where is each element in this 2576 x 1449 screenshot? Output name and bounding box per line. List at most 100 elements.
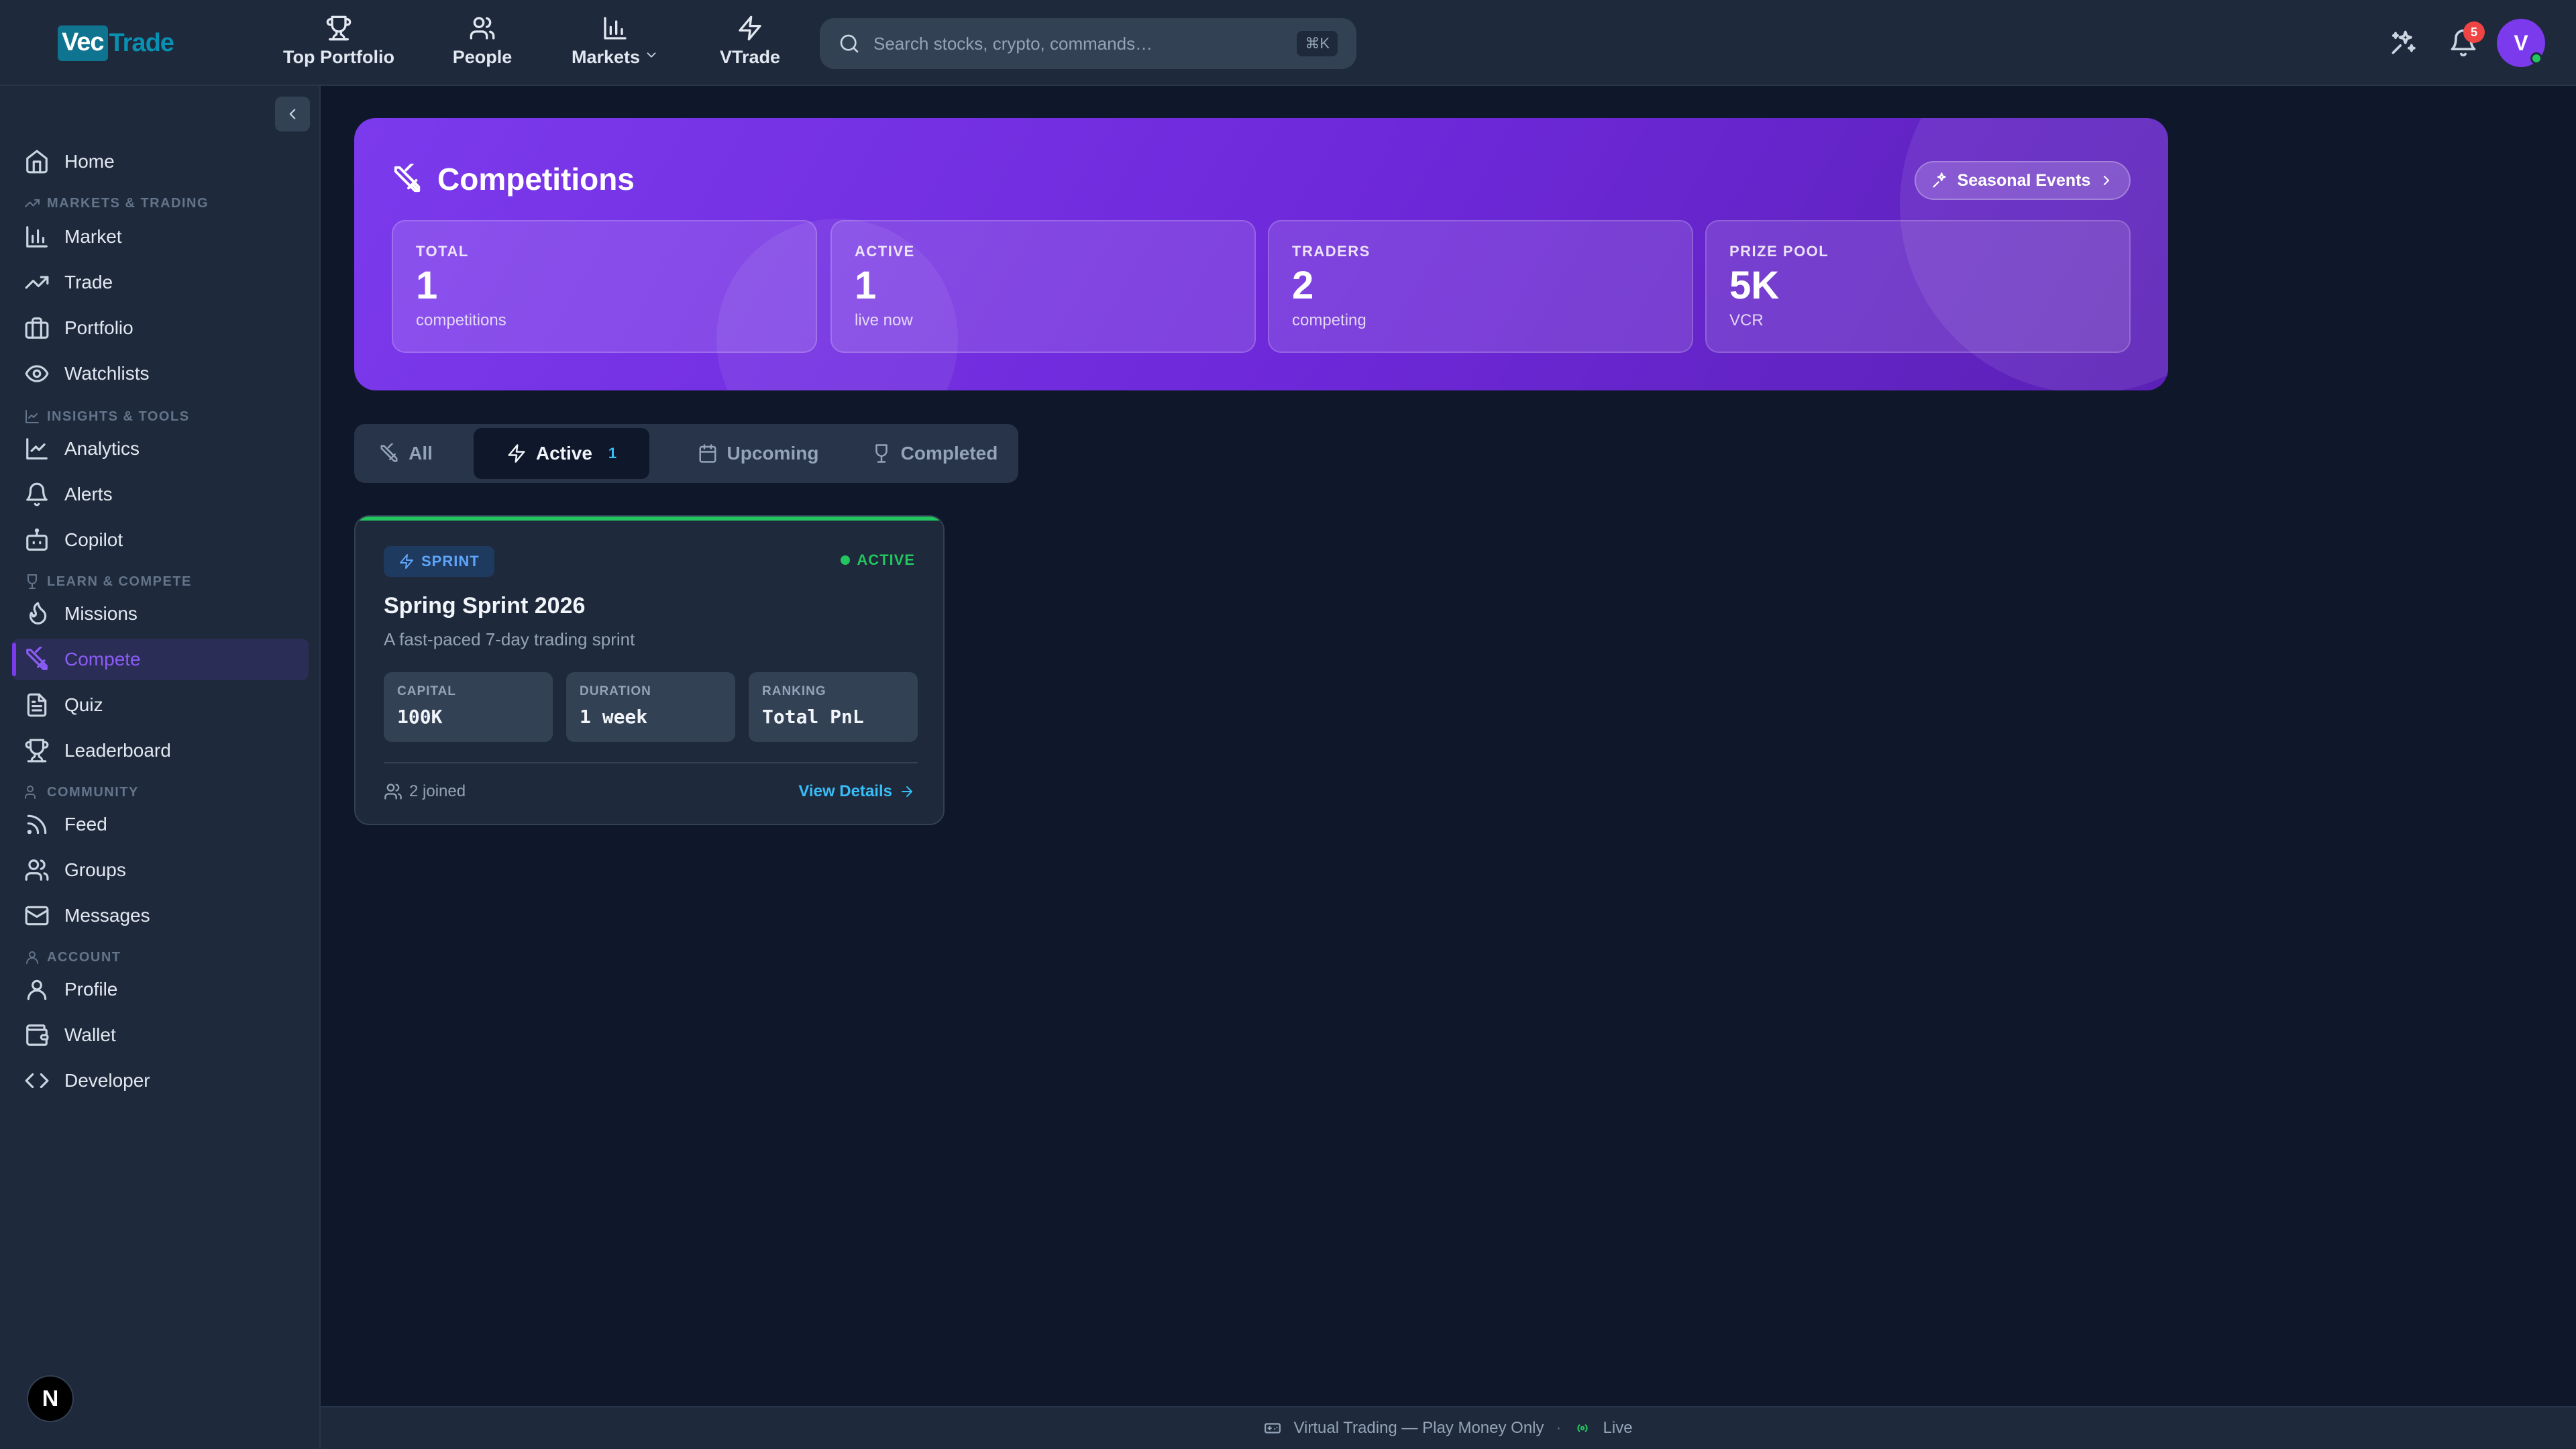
stat-value: 1 <box>416 264 438 307</box>
filter-tabs: All Active 1 Upcoming Completed <box>354 424 1018 483</box>
stat-card-traders: TRADERS 2 competing <box>1268 220 1693 353</box>
sidebar-item-alerts[interactable]: Alerts <box>12 474 309 515</box>
nav-people[interactable]: People <box>451 15 514 71</box>
section-label: COMMUNITY <box>47 784 139 800</box>
flame-icon <box>24 601 50 627</box>
sidebar-section-learn: LEARN & COMPETE <box>24 572 192 592</box>
view-details-link[interactable]: View Details <box>798 782 915 801</box>
nav-label: VTrade <box>719 47 781 67</box>
users-icon <box>24 857 50 883</box>
sidebar-item-analytics[interactable]: Analytics <box>12 428 309 470</box>
users-icon <box>24 784 40 800</box>
sidebar-item-label: Alerts <box>64 484 113 504</box>
stat-value: 2 <box>1292 264 1314 307</box>
stat-sub: VCR <box>1729 311 1764 329</box>
search-bar[interactable]: Search stocks, crypto, commands… ⌘K <box>820 18 1356 69</box>
tab-active[interactable]: Active 1 <box>474 428 649 479</box>
nav-label: Top Portfolio <box>283 47 394 67</box>
sidebar-item-quiz[interactable]: Quiz <box>12 684 309 726</box>
stat-sub: live now <box>855 311 913 329</box>
sidebar-item-label: Groups <box>64 859 126 880</box>
sidebar-item-developer[interactable]: Developer <box>12 1060 309 1102</box>
sidebar-item-label: Profile <box>64 979 118 1000</box>
tab-completed[interactable]: Completed <box>857 428 1012 479</box>
mail-icon <box>24 903 50 928</box>
logo-box-text: Vec <box>58 25 108 61</box>
metric-value: 1 week <box>580 706 648 728</box>
joined-label: 2 joined <box>409 782 466 800</box>
seasonal-events-button[interactable]: Seasonal Events <box>1915 161 2131 200</box>
nav-vtrade[interactable]: VTrade <box>718 15 782 71</box>
status-dot <box>841 555 851 565</box>
status-footer: Virtual Trading — Play Money Only · Live <box>321 1406 2576 1449</box>
logo[interactable]: Vec Trade <box>58 25 174 61</box>
sidebar-item-trade[interactable]: Trade <box>12 262 309 303</box>
section-label: MARKETS & TRADING <box>47 195 209 211</box>
sidebar-item-watchlists[interactable]: Watchlists <box>12 353 309 394</box>
search-input[interactable]: Search stocks, crypto, commands… <box>873 34 1297 54</box>
sidebar-item-label: Home <box>64 151 115 172</box>
sidebar-item-label: Developer <box>64 1070 150 1091</box>
tab-upcoming[interactable]: Upcoming <box>671 428 845 479</box>
online-status-dot <box>2530 52 2542 64</box>
chart-icon <box>24 409 40 425</box>
bar-chart-icon <box>602 15 629 42</box>
metric-capital: CAPITAL 100K <box>384 672 553 742</box>
stat-label: ACTIVE <box>855 243 915 260</box>
sidebar-item-label: Copilot <box>64 529 123 550</box>
sidebar-item-copilot[interactable]: Copilot <box>12 519 309 561</box>
view-details-label: View Details <box>798 782 892 800</box>
sidebar-item-profile[interactable]: Profile <box>12 969 309 1010</box>
stat-label: TOTAL <box>416 243 469 260</box>
arrow-right-icon <box>899 784 915 800</box>
tab-count-badge: 1 <box>608 445 617 462</box>
tab-all[interactable]: All <box>369 428 443 479</box>
zap-icon <box>506 443 527 464</box>
swords-icon <box>379 443 399 464</box>
briefcase-icon <box>24 315 50 341</box>
competition-card[interactable]: SPRINT ACTIVE Spring Sprint 2026 A fast-… <box>354 515 945 825</box>
tab-label: Upcoming <box>727 443 819 464</box>
zap-icon <box>398 553 415 570</box>
sparkles-icon[interactable] <box>2388 28 2418 58</box>
section-label: ACCOUNT <box>47 949 121 965</box>
bell-icon <box>24 482 50 507</box>
sidebar-item-messages[interactable]: Messages <box>12 895 309 936</box>
sidebar-item-label: Feed <box>64 814 107 835</box>
sparkles-icon <box>1931 171 1949 190</box>
competition-type-badge: SPRINT <box>384 546 494 577</box>
zap-icon <box>737 15 763 42</box>
next-devtools-badge[interactable]: N <box>27 1375 74 1422</box>
sidebar-item-feed[interactable]: Feed <box>12 804 309 845</box>
wallet-icon <box>24 1022 50 1048</box>
users-icon <box>384 782 402 801</box>
sidebar-item-label: Messages <box>64 905 150 926</box>
live-label: Live <box>1603 1419 1633 1437</box>
sidebar-item-missions[interactable]: Missions <box>12 593 309 635</box>
rss-icon <box>24 812 50 837</box>
gamepad-icon <box>1264 1419 1281 1437</box>
sidebar-item-wallet[interactable]: Wallet <box>12 1014 309 1056</box>
stat-card-active: ACTIVE 1 live now <box>830 220 1256 353</box>
collapse-sidebar-button[interactable] <box>275 97 310 131</box>
participants-count: 2 joined <box>384 782 466 801</box>
stat-label: PRIZE POOL <box>1729 243 1829 260</box>
sidebar-item-leaderboard[interactable]: Leaderboard <box>12 730 309 771</box>
sidebar-item-groups[interactable]: Groups <box>12 849 309 891</box>
sidebar-item-portfolio[interactable]: Portfolio <box>12 307 309 349</box>
tab-label: Active <box>535 443 592 464</box>
sidebar-item-market[interactable]: Market <box>12 216 309 258</box>
trophy-icon <box>24 574 40 590</box>
stat-sub: competitions <box>416 311 506 329</box>
sidebar-item-label: Market <box>64 226 122 247</box>
sidebar-item-label: Compete <box>64 649 141 669</box>
user-icon <box>24 949 40 965</box>
nav-markets[interactable]: Markets <box>570 15 660 71</box>
page-title: Competitions <box>437 162 635 197</box>
sidebar-item-home[interactable]: Home <box>12 141 309 182</box>
sidebar-item-compete[interactable]: Compete <box>12 639 309 680</box>
radio-icon <box>1574 1419 1591 1437</box>
section-label: INSIGHTS & TOOLS <box>47 409 190 424</box>
seasonal-events-label: Seasonal Events <box>1957 170 2091 190</box>
nav-top-portfolio[interactable]: Top Portfolio <box>283 15 394 71</box>
